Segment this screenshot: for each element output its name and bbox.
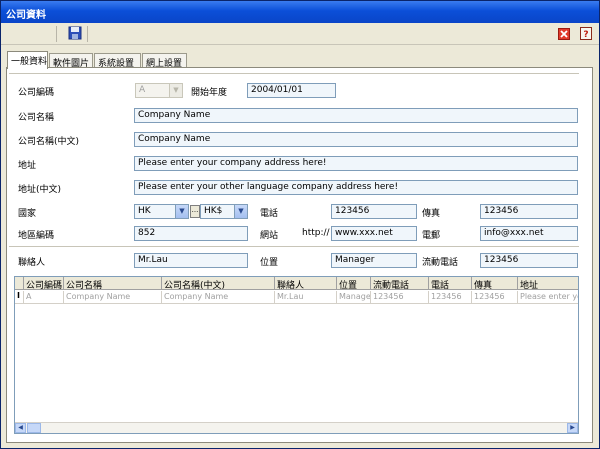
website-prefix: http:// [302,228,330,238]
table-cell[interactable]: Company Name [162,291,275,303]
company-name-cn-label: 公司名稱(中文) [18,137,80,147]
table-cell[interactable]: 123456 [472,291,518,303]
email-label: 電郵 [422,231,441,241]
email-field[interactable]: info@xxx.net [480,226,578,241]
column-header[interactable]: 公司編碼 [24,277,64,290]
website-label: 網站 [260,231,279,241]
address-cn-field[interactable]: Please enter your other language company… [134,180,578,195]
currency-value: HK$ [204,206,223,216]
row-indicator: I [15,291,24,303]
table-cell[interactable]: Mr.Lau [275,291,337,303]
grid-corner [15,277,24,290]
toolbar-separator [87,26,88,42]
column-header[interactable]: 流動電話 [371,277,429,290]
tab-general[interactable]: 一般資料 [7,51,48,69]
save-button[interactable] [67,26,83,42]
area-code-field[interactable]: 852 [134,226,248,241]
chevron-down-icon: ▼ [169,84,182,97]
scroll-thumb[interactable] [27,423,41,433]
help-button[interactable]: ? [578,26,594,42]
address-label: 地址 [18,161,37,171]
horizontal-scrollbar[interactable]: ◀ ▶ [15,422,578,433]
country-label: 國家 [18,209,37,219]
country-value: HK [138,206,151,216]
grid-header: 公司編碼 公司名稱 公司名稱(中文) 聯絡人 位置 流動電話 電話 傳真 地址 [15,277,578,290]
window-title: 公司資料 [6,10,46,21]
save-icon [68,26,82,40]
close-button[interactable] [556,26,572,42]
company-grid[interactable]: 公司編碼 公司名稱 公司名稱(中文) 聯絡人 位置 流動電話 電話 傳真 地址 … [14,276,579,434]
fax-field[interactable]: 123456 [480,204,578,219]
tab-software-image[interactable]: 軟件圖片 [49,53,93,69]
position-label: 位置 [260,258,279,268]
column-header[interactable]: 地址 [518,277,578,290]
company-code-value: A [139,85,146,95]
website-field[interactable]: www.xxx.net [331,226,417,241]
address-field[interactable]: Please enter your company address here! [134,156,578,171]
company-code-select[interactable]: A ▼ [135,83,183,98]
currency-select[interactable]: HK$ ▼ [200,204,248,219]
contact-field[interactable]: Mr.Lau [134,253,248,268]
phone-field[interactable]: 123456 [331,204,417,219]
start-year-field[interactable]: 2004/01/01 [247,83,336,98]
contact-label: 聯絡人 [18,258,46,268]
company-name-cn-field[interactable]: Company Name [134,132,578,147]
area-code-label: 地區編碼 [18,231,55,241]
company-info-window: 公司資料 ? 一般資料 軟件圖片 系統設置 網上設置 公司編碼 A ▼ 開始年度… [0,0,600,449]
mobile-field[interactable]: 123456 [480,253,578,268]
start-year-label: 開始年度 [191,88,228,98]
help-icon: ? [580,27,592,40]
table-cell[interactable]: 123456 [371,291,429,303]
chevron-down-icon: ▼ [175,205,188,218]
country-select[interactable]: HK ▼ [134,204,189,219]
table-cell[interactable]: 123456 [429,291,472,303]
chevron-down-icon: ▼ [234,205,247,218]
table-cell[interactable]: Please enter yo [518,291,578,303]
table-cell[interactable]: A [24,291,64,303]
close-icon [558,28,570,40]
country-lookup-button[interactable]: ... [190,205,200,218]
table-cell[interactable]: Company Name [64,291,162,303]
address-cn-label: 地址(中文) [18,185,62,195]
company-name-label: 公司名稱 [18,113,55,123]
divider [9,73,579,74]
scroll-right-button[interactable]: ▶ [567,423,578,433]
company-name-field[interactable]: Company Name [134,108,578,123]
table-cell[interactable]: Manager [337,291,371,303]
column-header[interactable]: 公司名稱 [64,277,162,290]
toolbar-separator [56,26,57,42]
scroll-left-button[interactable]: ◀ [15,423,26,433]
svg-text:?: ? [583,30,588,40]
tab-online-settings[interactable]: 網上設置 [142,53,187,69]
mobile-label: 流動電話 [422,258,459,268]
column-header[interactable]: 聯絡人 [275,277,337,290]
column-header[interactable]: 電話 [429,277,472,290]
tab-system-settings[interactable]: 系統設置 [94,53,141,69]
divider [9,246,579,247]
column-header[interactable]: 公司名稱(中文) [162,277,275,290]
company-code-label: 公司編碼 [18,88,55,98]
position-field[interactable]: Manager [331,253,417,268]
column-header[interactable]: 位置 [337,277,371,290]
row-divider [15,303,578,304]
phone-label: 電話 [260,209,279,219]
toolbar: ? [1,23,599,45]
title-bar: 公司資料 [1,1,599,23]
column-header[interactable]: 傳真 [472,277,518,290]
fax-label: 傳真 [422,209,441,219]
